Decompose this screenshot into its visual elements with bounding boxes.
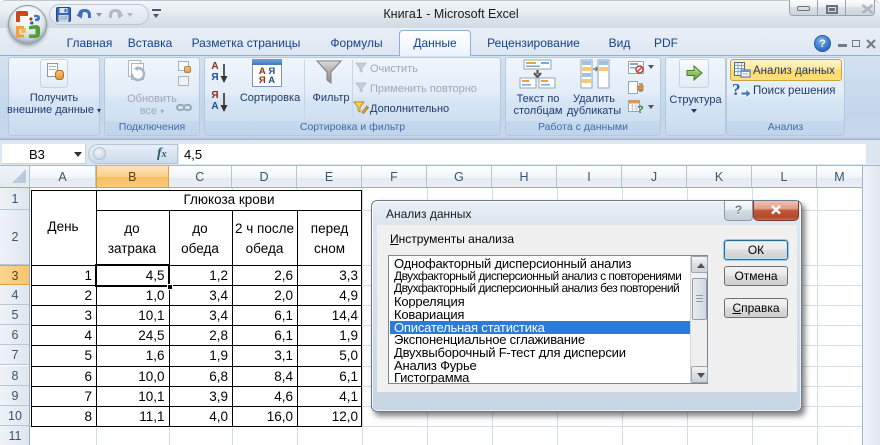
svg-text:?: ?	[637, 104, 644, 114]
svg-text:?: ?	[732, 81, 741, 99]
